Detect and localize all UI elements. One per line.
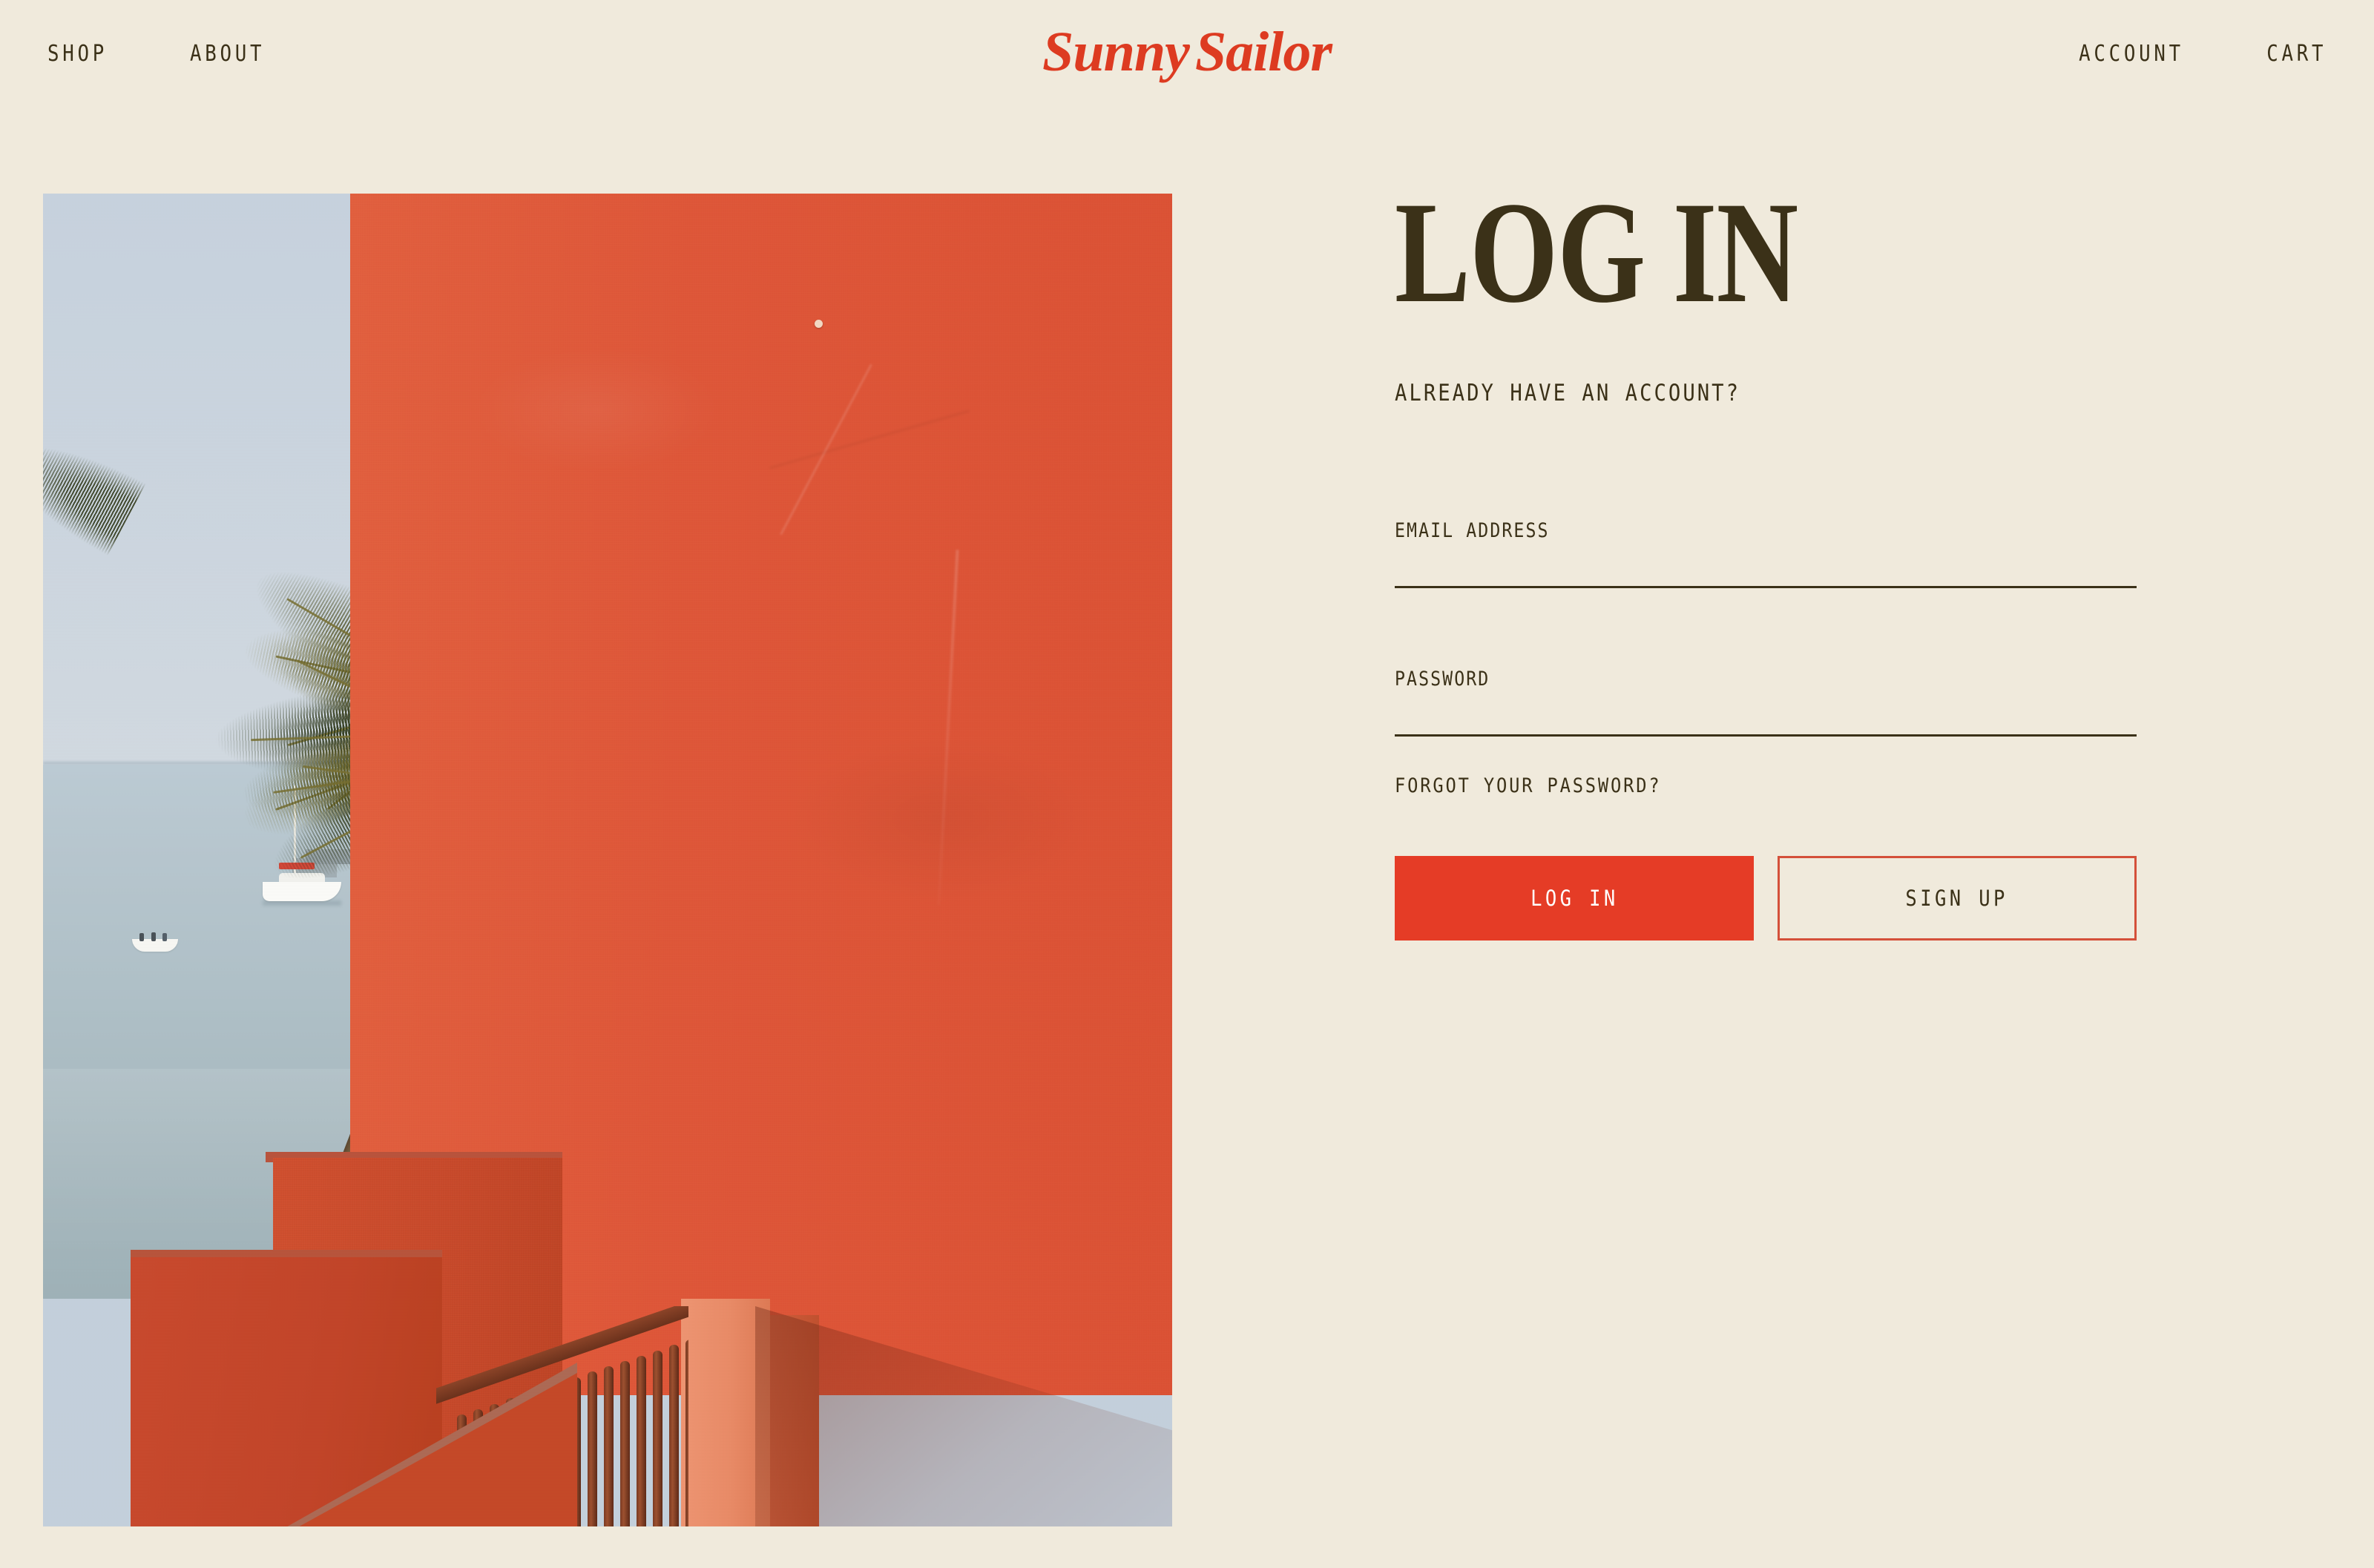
forgot-password-link[interactable]: FORGOT YOUR PASSWORD?	[1395, 774, 1662, 797]
nav-link-shop[interactable]: SHOP	[47, 43, 108, 65]
photo-baluster	[637, 1355, 646, 1526]
form-subtitle: ALREADY HAVE AN ACCOUNT?	[1395, 380, 1740, 406]
photo-baluster	[685, 1340, 688, 1526]
photo-baluster	[588, 1371, 597, 1526]
photo-rowboat-person	[139, 933, 144, 941]
photo-wall-crack	[937, 550, 959, 906]
password-field-label: PASSWORD	[1395, 668, 1490, 691]
log-in-button[interactable]: LOG IN	[1395, 856, 1754, 941]
primary-nav-right: ACCOUNT CART	[2062, 43, 2327, 65]
nav-link-about[interactable]: ABOUT	[190, 43, 265, 65]
photo-baluster	[604, 1366, 614, 1526]
photo-rowboat-person	[162, 933, 167, 941]
photo-baluster	[653, 1350, 662, 1526]
sign-up-button[interactable]: SIGN UP	[1778, 856, 2137, 941]
photo-baluster	[620, 1361, 630, 1526]
nav-link-cart[interactable]: CART	[2266, 43, 2327, 65]
password-input[interactable]	[1395, 699, 2137, 737]
email-field-label: EMAIL ADDRESS	[1395, 519, 1550, 542]
photo-baluster	[669, 1345, 679, 1526]
log-in-button-label: LOG IN	[1530, 885, 1619, 911]
logo-word-sunny: Sunny	[1042, 21, 1190, 83]
photo-rowboat-person	[151, 932, 156, 941]
hero-photograph	[43, 194, 1172, 1526]
page-title: LOG IN	[1395, 172, 1798, 333]
email-input[interactable]	[1395, 551, 2137, 588]
logo-word-sailor: Sailor	[1194, 21, 1332, 83]
site-header: SHOP ABOUT Sunny Sailor ACCOUNT CART	[0, 0, 2374, 119]
email-field-group: EMAIL ADDRESS	[1395, 519, 2137, 588]
photo-wall-crack	[780, 363, 872, 536]
nav-link-account[interactable]: ACCOUNT	[2079, 43, 2184, 65]
site-logo[interactable]: Sunny Sailor	[1042, 24, 1332, 80]
sign-up-button-label: SIGN UP	[1905, 885, 2009, 911]
form-actions: LOG IN SIGN UP	[1395, 856, 2137, 941]
photo-wall-crack	[769, 409, 970, 470]
primary-nav-left: SHOP ABOUT	[47, 43, 277, 65]
photo-wall-speck	[815, 320, 823, 328]
password-field-group: PASSWORD	[1395, 668, 2137, 737]
